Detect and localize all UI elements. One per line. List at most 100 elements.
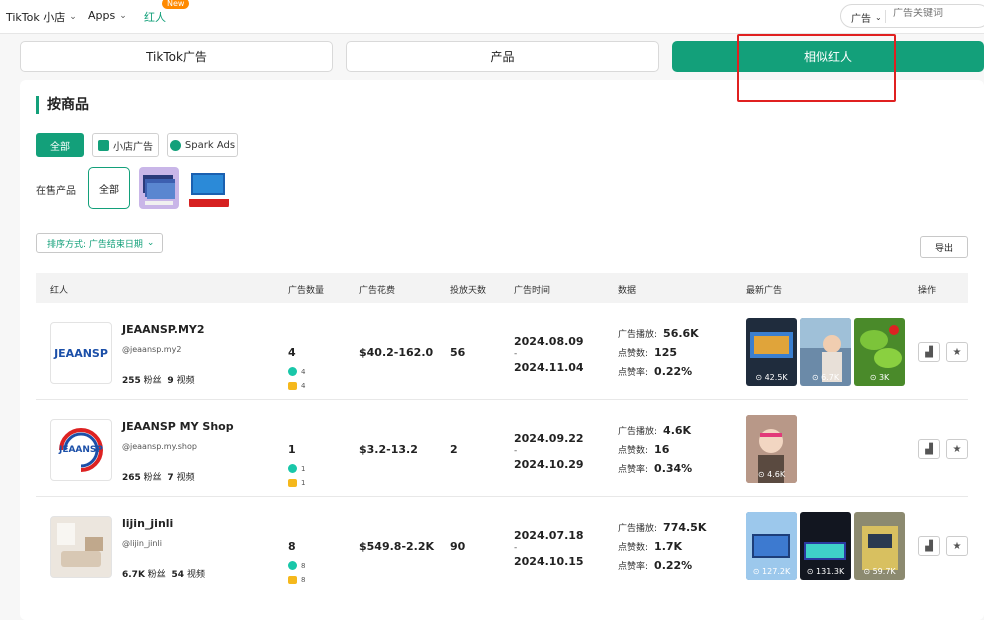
export-button[interactable]: 导出 xyxy=(920,236,968,258)
section-title: 按商品 xyxy=(36,96,89,114)
video-thumbnail[interactable]: ⊙ 42.5K xyxy=(746,318,797,386)
influencer-name[interactable]: JEAANSP MY Shop xyxy=(122,420,234,433)
tab-products-label: 产品 xyxy=(490,50,515,64)
shop-count-value: 8 xyxy=(301,576,306,584)
filter-all[interactable]: 全部 xyxy=(36,133,84,157)
metric-label: 点赞率: xyxy=(618,368,649,378)
chart-icon: ▟ xyxy=(925,346,933,358)
analytics-button[interactable]: ▟ xyxy=(918,536,940,556)
date-separator: - xyxy=(514,446,518,456)
column-header: 投放天数 xyxy=(450,286,487,296)
video-views-value: 4.6K xyxy=(767,470,786,479)
video-thumbnail[interactable]: ⊙ 6.7K xyxy=(800,318,851,386)
shop-count: 1 xyxy=(288,479,305,487)
filter-all-label: 全部 xyxy=(50,141,70,153)
avatar-logo-text: JEAANSP xyxy=(58,445,104,455)
tab-tiktok-ads[interactable]: TikTok广告 xyxy=(20,41,333,72)
product-thumbnail[interactable] xyxy=(139,167,179,209)
shop-bag-icon xyxy=(288,382,297,390)
search-type-label: 广告 xyxy=(851,14,871,25)
fans-label: 粉丝 xyxy=(143,473,162,483)
nav-apps-label: Apps xyxy=(88,9,116,22)
tab-products[interactable]: 产品 xyxy=(346,41,659,72)
shop-bag-icon xyxy=(98,139,109,151)
analytics-button[interactable]: ▟ xyxy=(918,439,940,459)
shop-count-value: 1 xyxy=(301,479,306,487)
influencer-handle: @lijin_jinli xyxy=(122,539,162,548)
influencer-stats: 265 粉丝 7 视频 xyxy=(122,470,195,483)
videos-label: 视频 xyxy=(176,473,195,483)
metric-label: 广告播放: xyxy=(618,524,658,534)
export-button-label: 导出 xyxy=(934,243,953,254)
video-thumbnail[interactable]: ⊙ 3K xyxy=(854,318,905,386)
nav-influencers[interactable]: 红人 xyxy=(144,9,166,25)
shop-count: 8 xyxy=(288,576,305,584)
favorite-button[interactable]: ★ xyxy=(946,536,968,556)
spark-icon xyxy=(169,139,181,151)
date-separator: - xyxy=(514,349,518,359)
nav-apps[interactable]: Apps ⌄ xyxy=(88,9,127,22)
table-row[interactable]: JEAANSP JEAANSP.MY2 @jeaansp.my2 255 粉丝 … xyxy=(36,304,968,400)
star-icon: ★ xyxy=(952,540,962,552)
ad-time-range: 2024.09.22 - 2024.10.29 xyxy=(514,432,584,471)
search-type-select[interactable]: 广告 ⌄ xyxy=(851,10,882,25)
video-views: ⊙ 6.7K xyxy=(811,373,840,382)
influencer-name[interactable]: JEAANSP.MY2 xyxy=(122,323,205,336)
ad-count: 4 xyxy=(288,346,296,359)
table-row[interactable]: JEAANSP JEAANSP MY Shop @jeaansp.my.shop… xyxy=(36,401,968,497)
video-views-value: 59.7K xyxy=(872,567,896,576)
date-separator: - xyxy=(514,543,518,553)
metric-plays: 广告播放: 4.6K xyxy=(618,424,691,437)
product-filter-all[interactable]: 全部 xyxy=(88,167,130,209)
influencer-handle: @jeaansp.my2 xyxy=(122,345,182,354)
metric-like-rate: 点赞率: 0.22% xyxy=(618,559,692,572)
search-input[interactable] xyxy=(893,8,984,19)
filter-shop-ads[interactable]: 小店广告 xyxy=(92,133,159,157)
column-header: 广告时间 xyxy=(514,286,551,296)
video-views-value: 6.7K xyxy=(821,373,840,382)
videos-count: 7 xyxy=(167,473,174,483)
sort-dropdown[interactable]: 排序方式: 广告结束日期 ⌄ xyxy=(36,233,163,253)
metric-value: 774.5K xyxy=(663,521,707,534)
column-header: 最新广告 xyxy=(746,286,783,296)
chevron-down-icon: ⌄ xyxy=(875,13,882,22)
ad-spend: $549.8-2.2K xyxy=(359,540,435,553)
video-thumbnail[interactable]: ⊙ 131.3K xyxy=(800,512,851,580)
metric-plays: 广告播放: 56.6K xyxy=(618,327,699,340)
filter-spark-ads[interactable]: Spark Ads xyxy=(167,133,238,157)
product-tv-image xyxy=(139,167,179,209)
metric-value: 1.7K xyxy=(654,540,683,553)
favorite-button[interactable]: ★ xyxy=(946,342,968,362)
favorite-button[interactable]: ★ xyxy=(946,439,968,459)
influencer-handle: @jeaansp.my.shop xyxy=(122,442,197,451)
metric-value: 0.34% xyxy=(654,462,693,475)
search-divider xyxy=(885,10,886,23)
chevron-down-icon: ⌄ xyxy=(146,238,155,248)
ad-end-date: 2024.10.15 xyxy=(514,555,584,568)
product-thumbnail[interactable] xyxy=(189,167,229,209)
table-row[interactable]: lijin_jinli @lijin_jinli 6.7K 粉丝 54 视频 8… xyxy=(36,498,968,594)
top-nav-bar: TikTok 小店 ⌄ Apps ⌄ 红人 New 广告 ⌄ xyxy=(0,0,984,34)
metric-label: 点赞数: xyxy=(618,446,649,456)
video-views: ⊙ 59.7K xyxy=(863,567,896,576)
star-icon: ★ xyxy=(952,346,962,358)
video-thumbnail[interactable]: ⊙ 59.7K xyxy=(854,512,905,580)
video-thumbnail[interactable]: ⊙ 4.6K xyxy=(746,415,797,483)
metric-value: 4.6K xyxy=(663,424,692,437)
avatar[interactable] xyxy=(50,516,112,578)
column-header: 红人 xyxy=(50,286,69,296)
table-header: 红人 广告数量 广告花费 投放天数 广告时间 数据 最新广告 操作 xyxy=(36,273,968,303)
avatar[interactable]: JEAANSP xyxy=(50,322,112,384)
ad-days: 2 xyxy=(450,443,458,456)
influencer-name[interactable]: lijin_jinli xyxy=(122,517,173,530)
videos-count: 54 xyxy=(171,570,185,580)
avatar[interactable]: JEAANSP xyxy=(50,419,112,481)
video-views: ⊙ 131.3K xyxy=(806,567,845,576)
videos-count: 9 xyxy=(167,376,174,386)
ad-time-range: 2024.08.09 - 2024.11.04 xyxy=(514,335,584,374)
spark-count: 4 xyxy=(288,367,305,376)
analytics-button[interactable]: ▟ xyxy=(918,342,940,362)
nav-tiktok-shop[interactable]: TikTok 小店 ⌄ xyxy=(6,9,77,25)
video-thumbnail[interactable]: ⊙ 127.2K xyxy=(746,512,797,580)
video-views-value: 131.3K xyxy=(816,567,845,576)
